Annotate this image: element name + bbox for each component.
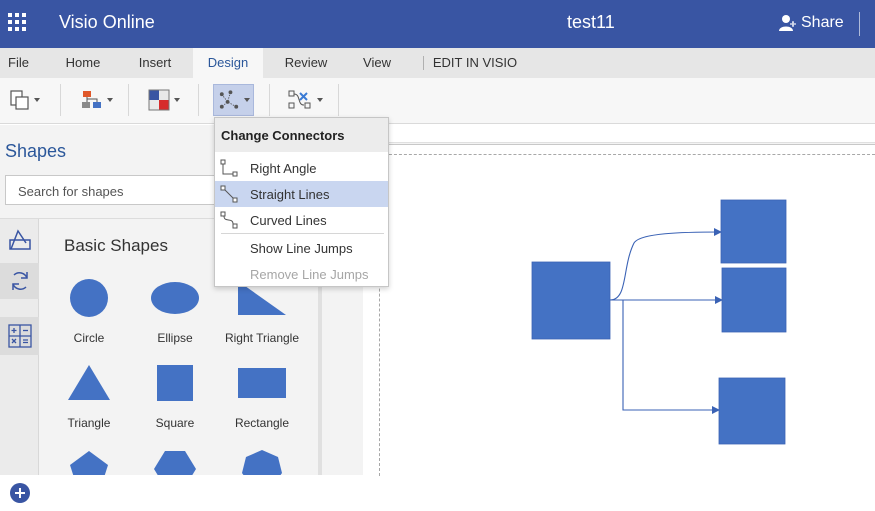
stencil-rail [0, 219, 39, 503]
theme-colors-icon [148, 89, 170, 111]
chevron-down-icon [107, 98, 113, 102]
cycle-icon [11, 272, 28, 290]
change-connectors-menu: Change Connectors Right Angle Straight L… [214, 117, 389, 287]
shape-label: Ellipse [157, 331, 193, 345]
shape-label: Triangle [67, 416, 111, 430]
basic-shapes-stencil-button[interactable] [0, 221, 39, 257]
shape-label: Right Triangle [224, 331, 300, 345]
ribbon-separator [269, 84, 270, 116]
diagram-layout-button[interactable] [76, 84, 116, 116]
straight-connector-icon [220, 185, 238, 203]
shapes-pane-title: Shapes [5, 141, 67, 161]
header-divider [859, 12, 860, 36]
ribbon-tabs: File Home Insert Design Review View EDIT… [0, 48, 875, 78]
calculator-icon [7, 324, 32, 348]
chevron-down-icon [174, 98, 180, 102]
square-shape-icon [157, 365, 193, 401]
share-button[interactable]: Share [778, 10, 844, 36]
calculation-stencil-button[interactable] [0, 317, 39, 355]
connectors-icon [219, 90, 239, 109]
document-title[interactable]: test11 [567, 12, 615, 33]
more-shapes-row [70, 450, 282, 475]
share-label: Share [801, 14, 844, 31]
recent-stencil-button[interactable] [0, 263, 39, 299]
connector-style-icon [288, 90, 311, 109]
right-angle-connector-icon [220, 159, 238, 177]
tab-edit-in-visio[interactable]: EDIT IN VISIO [431, 48, 519, 78]
tab-review[interactable]: Review [279, 48, 333, 78]
menu-title: Change Connectors [215, 118, 388, 152]
curved-connector [609, 228, 722, 301]
rectangle-shape-icon [238, 368, 286, 398]
menu-item-label: Remove Line Jumps [250, 267, 369, 282]
drawing-canvas[interactable] [322, 125, 875, 476]
ribbon-separator [60, 84, 61, 116]
shape-square[interactable]: Square [132, 362, 218, 442]
menu-item-label: Right Angle [250, 161, 317, 176]
tab-file[interactable]: File [0, 48, 37, 78]
source-box [531, 261, 611, 340]
ribbon-separator [128, 84, 129, 116]
diagram-layout-icon [82, 91, 101, 108]
menu-item-label: Straight Lines [250, 187, 330, 202]
menu-separator [221, 233, 384, 234]
heptagon-shape-icon [242, 450, 282, 475]
chevron-down-icon [244, 98, 250, 102]
stencil-title: Basic Shapes [64, 236, 168, 255]
tab-design[interactable]: Design [193, 48, 263, 78]
ribbon-separator [198, 84, 199, 116]
page-size-icon [10, 90, 29, 110]
tab-home[interactable]: Home [56, 48, 110, 78]
menu-item-curved-lines[interactable]: Curved Lines [215, 207, 388, 233]
shapes-icon [8, 229, 31, 250]
shape-label: Square [155, 416, 195, 430]
target-box-bottom [718, 377, 786, 445]
shape-search-input[interactable]: Search for shapes [5, 175, 220, 205]
shape-label: Rectangle [234, 416, 290, 430]
hexagon-shape-icon [154, 451, 196, 475]
shape-rectangle[interactable]: Rectangle [219, 362, 305, 442]
ellipse-shape-icon [151, 282, 199, 314]
menu-item-show-line-jumps[interactable]: Show Line Jumps [215, 235, 388, 261]
connectors-button[interactable] [213, 84, 254, 116]
app-header: Visio Online test11 Share [0, 0, 875, 48]
circle-shape-icon [70, 279, 108, 317]
target-box-middle [721, 267, 787, 333]
tab-separator [423, 56, 424, 70]
chevron-down-icon [34, 98, 40, 102]
theme-colors-button[interactable] [143, 84, 183, 116]
plus-circle-icon [9, 483, 30, 503]
chevron-down-icon [317, 98, 323, 102]
triangle-shape-icon [68, 365, 110, 400]
app-launcher-icon[interactable] [8, 13, 28, 33]
ribbon-toolbar [0, 78, 875, 124]
menu-item-label: Curved Lines [250, 213, 327, 228]
connector-style-button[interactable] [282, 84, 326, 116]
ribbon-separator [338, 84, 339, 116]
menu-item-remove-line-jumps: Remove Line Jumps [215, 261, 388, 287]
shape-label: Circle [73, 331, 105, 345]
shape-right-triangle[interactable]: Right Triangle [219, 277, 305, 357]
search-placeholder: Search for shapes [18, 184, 124, 199]
menu-item-right-angle[interactable]: Right Angle [215, 155, 388, 181]
target-box-top [720, 199, 787, 264]
app-title: Visio Online [59, 12, 155, 32]
tab-insert[interactable]: Insert [128, 48, 182, 78]
page-size-button[interactable] [5, 84, 43, 116]
curved-connector-icon [220, 211, 238, 229]
shape-triangle[interactable]: Triangle [46, 362, 132, 442]
add-stencil-button[interactable] [0, 475, 39, 511]
right-angle-connector [622, 300, 720, 414]
tab-view[interactable]: View [352, 48, 402, 78]
diagram [531, 199, 787, 445]
shape-ellipse[interactable]: Ellipse [132, 277, 218, 357]
menu-item-label: Show Line Jumps [250, 241, 353, 256]
menu-item-straight-lines[interactable]: Straight Lines [215, 181, 388, 207]
shape-circle[interactable]: Circle [46, 277, 132, 357]
add-person-icon [779, 15, 796, 31]
pentagon-shape-icon [70, 451, 108, 475]
